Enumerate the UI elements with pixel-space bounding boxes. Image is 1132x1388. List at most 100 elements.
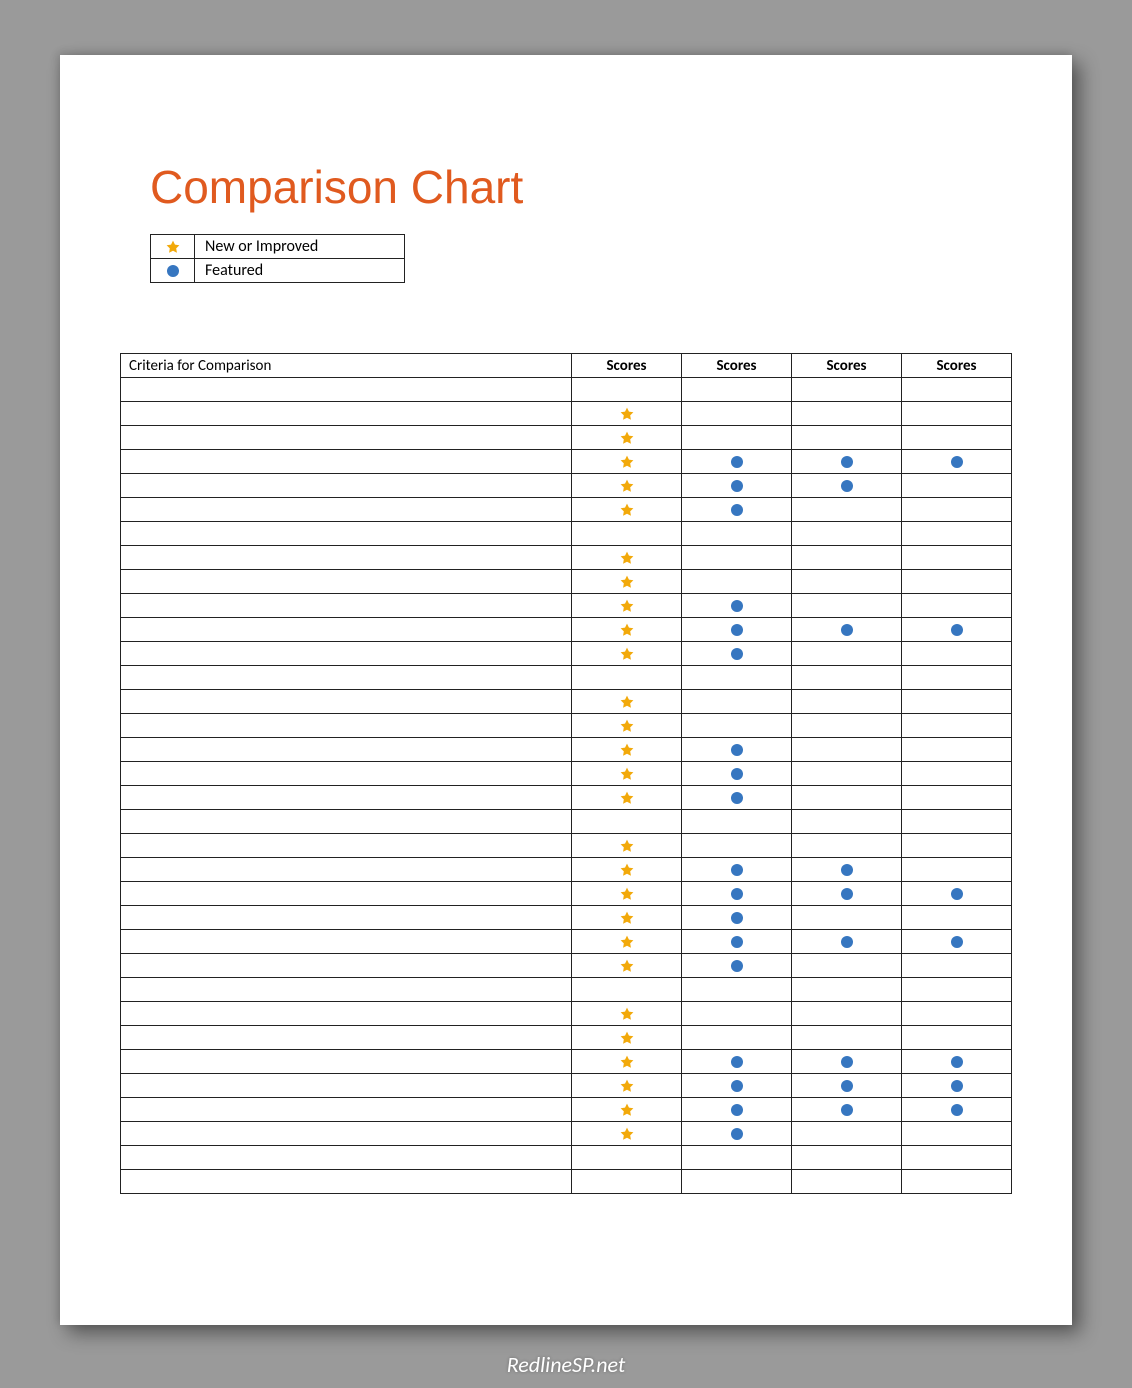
score-cell — [572, 786, 682, 810]
score-cell — [902, 882, 1012, 906]
score-cell — [572, 1050, 682, 1074]
star-icon — [619, 502, 635, 518]
dot-icon — [951, 1104, 963, 1116]
criteria-cell — [121, 498, 572, 522]
score-cell — [682, 666, 792, 690]
score-cell — [902, 690, 1012, 714]
table-row — [121, 474, 1012, 498]
score-cell — [792, 690, 902, 714]
criteria-cell — [121, 954, 572, 978]
criteria-cell — [121, 618, 572, 642]
dot-icon — [841, 456, 853, 468]
score-cell — [902, 1050, 1012, 1074]
star-icon — [619, 430, 635, 446]
score-cell — [902, 978, 1012, 1002]
score-cell — [572, 450, 682, 474]
table-row — [121, 618, 1012, 642]
table-row — [121, 450, 1012, 474]
score-cell — [572, 402, 682, 426]
criteria-cell — [121, 1098, 572, 1122]
table-row — [121, 402, 1012, 426]
score-cell — [792, 786, 902, 810]
score-cell — [902, 954, 1012, 978]
dot-icon — [731, 648, 743, 660]
table-row — [121, 954, 1012, 978]
score-cell — [572, 1098, 682, 1122]
star-icon — [619, 1102, 635, 1118]
score-cell — [572, 714, 682, 738]
criteria-cell — [121, 1170, 572, 1194]
star-icon — [619, 1126, 635, 1142]
star-icon — [619, 694, 635, 710]
score-cell — [682, 522, 792, 546]
score-cell — [682, 978, 792, 1002]
star-icon — [619, 574, 635, 590]
score-cell — [572, 594, 682, 618]
table-header-row: Criteria for Comparison Scores Scores Sc… — [121, 354, 1012, 378]
score-cell — [682, 570, 792, 594]
score-cell — [902, 906, 1012, 930]
dot-icon — [731, 456, 743, 468]
score-cell — [902, 546, 1012, 570]
score-cell — [572, 810, 682, 834]
criteria-cell — [121, 834, 572, 858]
criteria-cell — [121, 882, 572, 906]
score-cell — [792, 618, 902, 642]
score-cell — [572, 690, 682, 714]
dot-icon — [841, 1080, 853, 1092]
criteria-cell — [121, 1026, 572, 1050]
criteria-cell — [121, 786, 572, 810]
score-cell — [902, 858, 1012, 882]
score-cell — [792, 738, 902, 762]
table-row — [121, 930, 1012, 954]
comparison-table: Criteria for Comparison Scores Scores Sc… — [120, 353, 1012, 1194]
dot-icon — [951, 936, 963, 948]
score-cell — [902, 810, 1012, 834]
star-icon — [619, 1054, 635, 1070]
score-cell — [572, 1170, 682, 1194]
star-icon — [619, 766, 635, 782]
dot-icon — [731, 1104, 743, 1116]
star-icon — [619, 478, 635, 494]
score-cell — [572, 1122, 682, 1146]
score-cell — [792, 1170, 902, 1194]
dot-icon — [951, 624, 963, 636]
dot-icon — [731, 1128, 743, 1140]
table-row — [121, 1026, 1012, 1050]
score-cell — [682, 546, 792, 570]
criteria-cell — [121, 762, 572, 786]
legend-icon-cell — [151, 259, 195, 283]
table-row — [121, 978, 1012, 1002]
score-cell — [682, 762, 792, 786]
table-row — [121, 1170, 1012, 1194]
score-cell — [682, 858, 792, 882]
table-row — [121, 426, 1012, 450]
dot-icon — [841, 864, 853, 876]
table-row — [121, 690, 1012, 714]
star-icon — [619, 790, 635, 806]
score-cell — [792, 594, 902, 618]
score-cell — [902, 1122, 1012, 1146]
star-icon — [619, 862, 635, 878]
table-row — [121, 522, 1012, 546]
score-cell — [682, 1098, 792, 1122]
score-cell — [682, 1146, 792, 1170]
score-cell — [902, 426, 1012, 450]
score-cell — [792, 858, 902, 882]
score-cell — [682, 906, 792, 930]
document-page: Comparison Chart New or ImprovedFeatured… — [60, 55, 1072, 1325]
criteria-cell — [121, 642, 572, 666]
score-cell — [792, 1050, 902, 1074]
table-row — [121, 1146, 1012, 1170]
score-cell — [902, 1002, 1012, 1026]
score-cell — [682, 834, 792, 858]
score-cell — [572, 666, 682, 690]
score-cell — [572, 930, 682, 954]
score-cell — [682, 450, 792, 474]
score-cell — [792, 1002, 902, 1026]
score-cell — [572, 738, 682, 762]
score-cell — [792, 570, 902, 594]
score-cell — [572, 498, 682, 522]
legend-label: New or Improved — [195, 235, 405, 259]
criteria-cell — [121, 402, 572, 426]
